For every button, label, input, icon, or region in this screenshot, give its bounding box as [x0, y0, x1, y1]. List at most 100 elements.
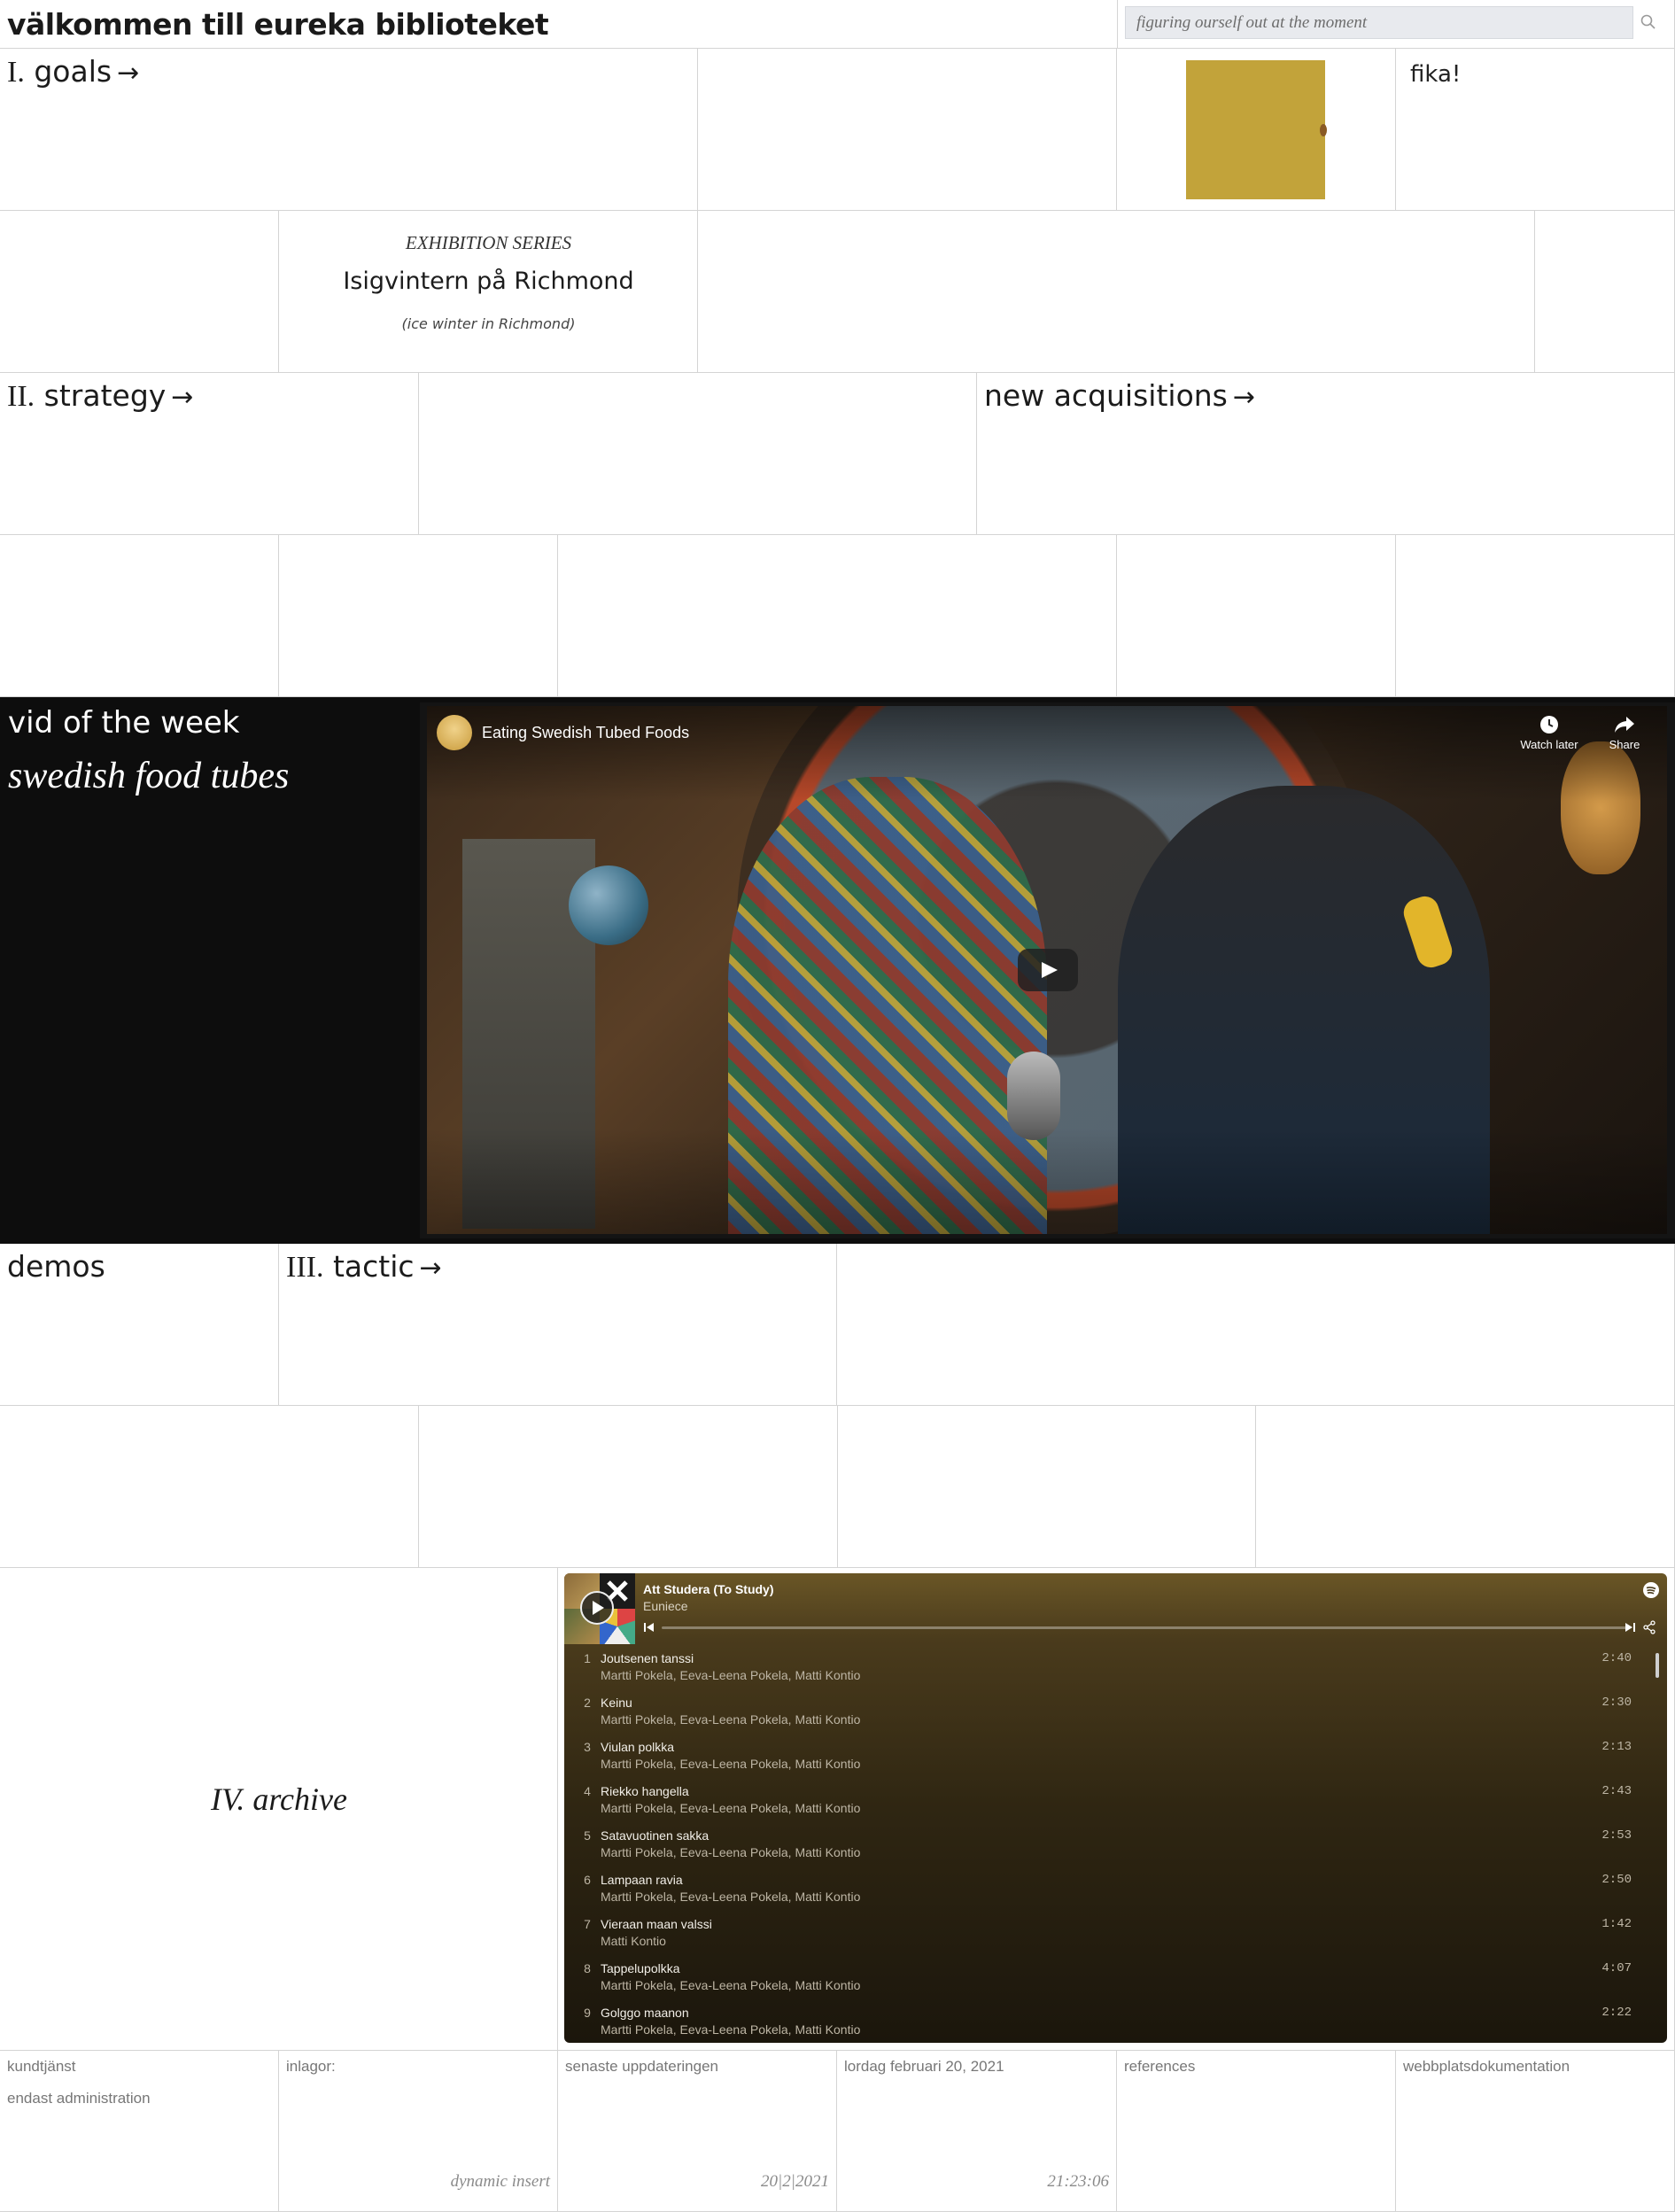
share-icon[interactable]: [1642, 1620, 1656, 1634]
exhibition-subtitle: (ice winter in Richmond): [401, 315, 576, 332]
track-number: 2: [584, 1696, 591, 1710]
spotify-embed: Att Studera (To Study) Euniece 1 Joutsene…: [564, 1573, 1667, 2043]
empty-cell: [698, 211, 1535, 373]
track-row[interactable]: 5 Satavuotinen sakka Martti Pokela, Eeva-L…: [564, 1823, 1667, 1867]
track-row[interactable]: 8 Tappelupolkka Martti Pokela, Eeva-Leena …: [564, 1956, 1667, 2000]
archive-cell[interactable]: IV. archive: [0, 1568, 558, 2051]
demos-label[interactable]: demos: [7, 1249, 105, 1285]
exhibition-cell[interactable]: EXHIBITION SERIES Isigvintern på Richmon…: [279, 211, 698, 373]
playlist-cover[interactable]: [564, 1573, 635, 1644]
references-link[interactable]: references: [1124, 2058, 1195, 2076]
track-number: 3: [584, 1740, 591, 1754]
next-icon[interactable]: [1624, 1621, 1636, 1634]
spotify-logo-icon[interactable]: [1642, 1581, 1660, 1599]
exhibition-kicker: EXHIBITION SERIES: [405, 232, 572, 253]
strategy-cell[interactable]: II. strategy →: [0, 373, 419, 535]
footer-inlagor-cell: inlagor: dynamic insert: [279, 2051, 558, 2212]
tactic-cell[interactable]: III. tactic →: [279, 1244, 837, 1406]
track-row[interactable]: 9 Golggo maanon Martti Pokela, Eeva-Leena …: [564, 2000, 1667, 2043]
track-duration: 2:53: [1601, 1828, 1632, 1843]
track-number: 1: [584, 1651, 591, 1665]
fika-cell: fika!: [1396, 49, 1675, 211]
new-acquisitions-label: new acquisitions: [984, 378, 1228, 413]
empty-cell: [1396, 535, 1675, 697]
admin-link[interactable]: endast administration: [7, 2090, 151, 2107]
track-row[interactable]: 2 Keinu Martti Pokela, Eeva-Leena Pokela, …: [564, 1690, 1667, 1735]
track-duration: 4:07: [1601, 1961, 1632, 1975]
empty-cell: [698, 49, 1117, 211]
track-number: 7: [584, 1917, 591, 1931]
goals-link[interactable]: I. goals →: [7, 54, 139, 91]
kundtjanst-label[interactable]: kundtjänst: [7, 2058, 76, 2076]
vid-heading: vid of the week: [8, 705, 240, 741]
play-icon: [593, 1601, 604, 1615]
tactic-numeral: III.: [286, 1251, 324, 1284]
channel-avatar[interactable]: [437, 715, 472, 750]
goals-numeral: I.: [7, 56, 25, 89]
track-row[interactable]: 3 Viulan polkka Martti Pokela, Eeva-Leena …: [564, 1735, 1667, 1779]
track-duration: 2:50: [1601, 1873, 1632, 1887]
share-label: Share: [1609, 738, 1640, 751]
empty-cell: [558, 535, 1117, 697]
clock-icon: [1540, 716, 1558, 733]
fika-image-cell: [1117, 49, 1396, 211]
strategy-label: strategy: [43, 378, 167, 413]
track-row[interactable]: 6 Lampaan ravia Martti Pokela, Eeva-Leena …: [564, 1867, 1667, 1912]
archive-label[interactable]: IV. archive: [0, 1781, 557, 1818]
track-title: Vieraan maan valssi: [601, 1917, 712, 1931]
watch-later-button[interactable]: Watch later: [1518, 715, 1580, 759]
footer-date-cell: lordag februari 20, 2021 21:23:06: [837, 2051, 1117, 2212]
track-title: Joutsenen tanssi: [601, 1651, 694, 1665]
empty-cell: [1256, 1406, 1675, 1568]
spotify-play-button[interactable]: [580, 1591, 614, 1625]
new-acquisitions-link[interactable]: new acquisitions →: [984, 378, 1255, 415]
track-artists: Martti Pokela, Eeva-Leena Pokela, Matti …: [601, 1801, 861, 1815]
strategy-link[interactable]: II. strategy →: [7, 378, 193, 415]
track-duration: 2:13: [1601, 1740, 1632, 1754]
track-duration: 2:43: [1601, 1784, 1632, 1798]
new-acquisitions-cell[interactable]: new acquisitions →: [977, 373, 1675, 535]
video-embed[interactable]: Eating Swedish Tubed Foods Watch later S…: [420, 702, 1675, 1238]
progress-track[interactable]: [662, 1626, 1627, 1629]
track-title: Viulan polkka: [601, 1740, 675, 1754]
search-icon[interactable]: [1640, 13, 1657, 31]
video-title[interactable]: Eating Swedish Tubed Foods: [482, 724, 689, 742]
track-artists: Martti Pokela, Eeva-Leena Pokela, Matti …: [601, 1978, 861, 1992]
page: { "header": { "title": "välkommen till e…: [0, 0, 1675, 2212]
empty-cell: [837, 1244, 1675, 1406]
tactic-link[interactable]: III. tactic →: [286, 1249, 442, 1286]
track-duration: 2:40: [1601, 1651, 1632, 1665]
empty-cell: [1535, 211, 1675, 373]
track-number: 6: [584, 1873, 591, 1887]
previous-icon[interactable]: [643, 1621, 655, 1634]
track-artists: Martti Pokela, Eeva-Leena Pokela, Matti …: [601, 2022, 861, 2037]
track-duration: 2:22: [1601, 2006, 1632, 2020]
track-number: 8: [584, 1961, 591, 1975]
empty-cell: [419, 373, 977, 535]
update-date: 20|2|2021: [761, 2172, 829, 2191]
site-title: välkommen till eureka biblioteket: [7, 7, 549, 42]
track-duration: 2:30: [1601, 1696, 1632, 1710]
track-title: Lampaan ravia: [601, 1873, 683, 1887]
header-title-cell: välkommen till eureka biblioteket: [0, 0, 1118, 49]
track-title: Tappelupolkka: [601, 1961, 680, 1975]
goals-label: goals: [34, 54, 112, 89]
track-artists: Martti Pokela, Eeva-Leena Pokela, Matti …: [601, 1668, 861, 1682]
playlist-title[interactable]: Att Studera (To Study): [643, 1582, 774, 1596]
track-row[interactable]: 4 Riekko hangella Martti Pokela, Eeva-Leen…: [564, 1779, 1667, 1823]
share-button[interactable]: Share: [1602, 715, 1647, 759]
track-duration: 1:42: [1601, 1917, 1632, 1931]
track-row[interactable]: 7 Vieraan maan valssi Matti Kontio 1:42: [564, 1912, 1667, 1956]
footer-update-cell: senaste uppdateringen 20|2|2021: [558, 2051, 837, 2212]
empty-cell: [419, 1406, 838, 1568]
clock-time: 21:23:06: [1047, 2172, 1109, 2191]
playlist-owner[interactable]: Euniece: [643, 1599, 688, 1613]
senaste-label: senaste uppdateringen: [565, 2058, 718, 2075]
demos-cell[interactable]: demos: [0, 1244, 279, 1406]
play-button[interactable]: [1018, 949, 1078, 991]
goals-cell[interactable]: I. goals →: [0, 49, 698, 211]
search-input[interactable]: [1126, 7, 1632, 38]
docs-link[interactable]: webbplatsdokumentation: [1403, 2058, 1570, 2076]
track-row[interactable]: 1 Joutsenen tanssi Martti Pokela, Eeva-Lee…: [564, 1646, 1667, 1690]
track-number: 5: [584, 1828, 591, 1843]
